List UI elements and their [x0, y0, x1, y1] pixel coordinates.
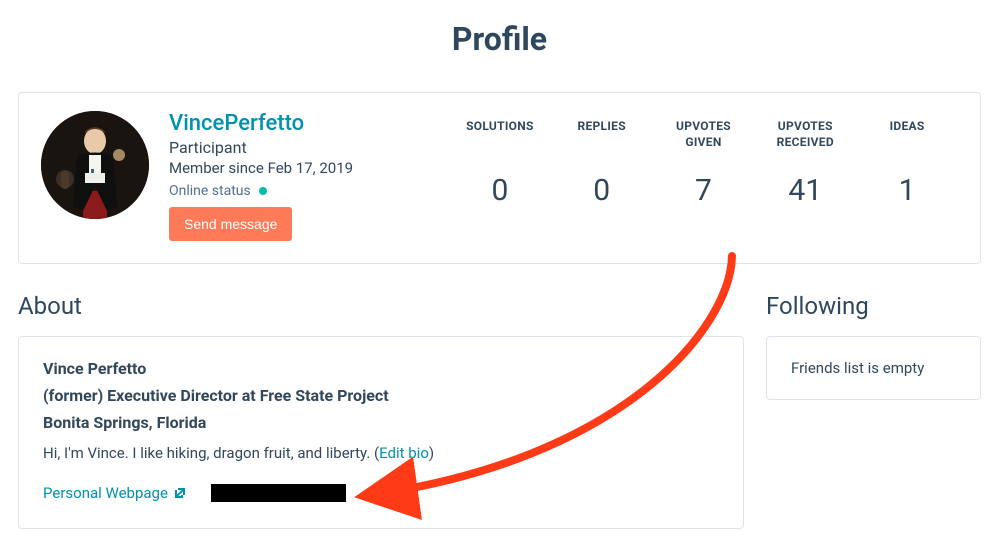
- stat-label: IDEAS: [856, 119, 958, 151]
- stat-value: 1: [856, 173, 958, 208]
- stat-upvotes-given: UPVOTES GIVEN 7: [653, 119, 755, 208]
- personal-webpage-link[interactable]: Personal Webpage: [43, 484, 186, 502]
- stat-replies: REPLIES 0: [551, 119, 653, 208]
- about-bio: Hi, I'm Vince. I like hiking, dragon fru…: [43, 444, 719, 462]
- stat-value: 0: [449, 173, 551, 208]
- user-role: Participant: [169, 138, 449, 157]
- stat-value: 41: [754, 173, 856, 208]
- profile-card: VincePerfetto Participant Member since F…: [18, 92, 981, 264]
- about-card: Vince Perfetto (former) Executive Direct…: [18, 336, 744, 529]
- following-heading: Following: [766, 292, 981, 320]
- member-since: Member since Feb 17, 2019: [169, 159, 449, 177]
- bio-suffix: ): [429, 444, 434, 462]
- stat-label: REPLIES: [551, 119, 653, 151]
- stat-label: UPVOTES GIVEN: [653, 119, 755, 151]
- following-column: Following Friends list is empty: [766, 292, 981, 400]
- edit-bio-link[interactable]: Edit bio: [379, 444, 429, 462]
- external-link-icon: [174, 487, 186, 499]
- stat-label-line: RECEIVED: [777, 135, 834, 149]
- online-status-icon: [259, 187, 267, 195]
- stat-label-line: GIVEN: [685, 135, 721, 149]
- following-card: Friends list is empty: [766, 336, 981, 400]
- send-message-button[interactable]: Send message: [169, 207, 292, 241]
- stat-value: 7: [653, 173, 755, 208]
- page-title: Profile: [18, 20, 981, 58]
- stat-ideas: IDEAS 1: [856, 119, 958, 208]
- stat-value: 0: [551, 173, 653, 208]
- about-name: Vince Perfetto: [43, 359, 719, 378]
- about-location: Bonita Springs, Florida: [43, 413, 719, 432]
- stat-label-line: UPVOTES: [778, 119, 833, 133]
- stat-label-line: UPVOTES: [676, 119, 731, 133]
- online-status-row: Online status: [169, 183, 449, 199]
- bio-text: Hi, I'm Vince. I like hiking, dragon fru…: [43, 444, 379, 462]
- redacted-link: [211, 484, 346, 502]
- stat-label: UPVOTES RECEIVED: [754, 119, 856, 151]
- stat-solutions: SOLUTIONS 0: [449, 119, 551, 208]
- avatar-wrap: [41, 111, 149, 219]
- username[interactable]: VincePerfetto: [169, 111, 449, 136]
- user-info: VincePerfetto Participant Member since F…: [169, 111, 449, 241]
- about-heading: About: [18, 292, 744, 320]
- stat-label: SOLUTIONS: [449, 119, 551, 151]
- avatar[interactable]: [41, 111, 149, 219]
- friends-empty-text: Friends list is empty: [791, 359, 956, 377]
- link-row: Personal Webpage: [43, 484, 719, 502]
- stats-row: SOLUTIONS 0 REPLIES 0 UPVOTES GIVEN 7 UP…: [449, 111, 958, 208]
- online-status-label: Online status: [169, 183, 251, 199]
- webpage-label: Personal Webpage: [43, 484, 168, 502]
- about-column: About Vince Perfetto (former) Executive …: [18, 292, 744, 529]
- about-title: (former) Executive Director at Free Stat…: [43, 386, 719, 405]
- stat-upvotes-received: UPVOTES RECEIVED 41: [754, 119, 856, 208]
